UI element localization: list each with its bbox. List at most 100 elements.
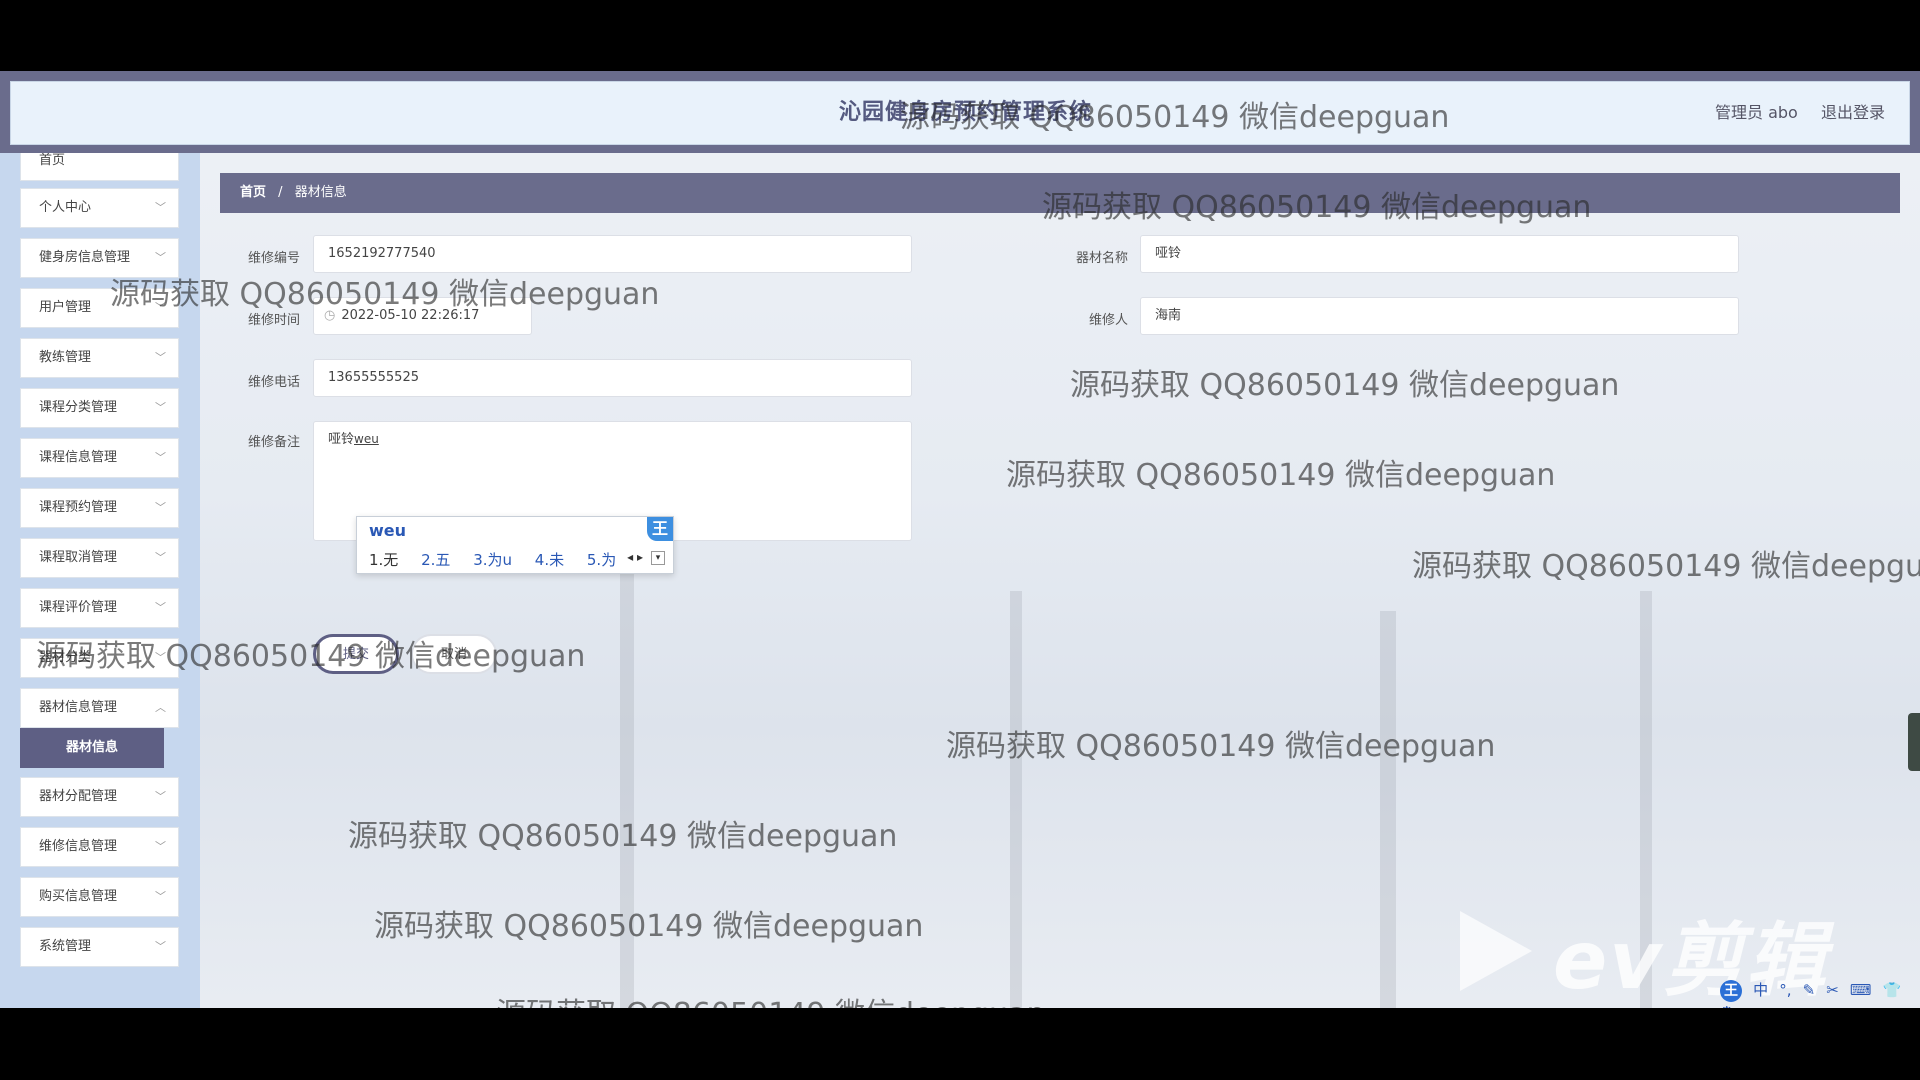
ime-candidate[interactable]: 2.五 [421,551,450,569]
chevron-down-icon: ﹀ [155,351,166,364]
repair-time-picker[interactable]: ◷ 2022-05-10 22:26:17 [313,297,532,335]
header-inner: 沁园健身房预约管理系统 管理员 abo 退出登录 [10,81,1910,145]
ime-candidate[interactable]: 3.为u [473,551,512,569]
sidebar-item-coaches[interactable]: 教练管理 ﹀ [20,338,179,378]
chevron-down-icon: ﹀ [155,401,166,414]
sidebar-item-label: 课程分类管理 [39,400,118,415]
background-post [1380,611,1396,1008]
sidebar-item-home[interactable]: 首页 [20,153,179,181]
ime-candidate-window: weu 王 1.无 2.五 3.为u 4.未 5.为 ◂ ▸ ▾ [356,516,674,574]
sidebar-item-course-info[interactable]: 课程信息管理 ﹀ [20,438,179,478]
repairer-input[interactable]: 海南 [1140,297,1739,335]
chevron-down-icon: ﹀ [155,601,166,614]
ime-expand-icon[interactable]: ▾ [651,551,665,565]
chevron-down-icon: ﹀ [155,451,166,464]
sidebar-item-equipment-info[interactable]: 器材信息管理 ︿ [20,688,179,728]
equipment-name-input[interactable]: 哑铃 [1140,235,1739,273]
breadcrumb-current: 器材信息 [294,185,347,200]
sidebar-item-course-category[interactable]: 课程分类管理 ﹀ [20,388,179,428]
remark-text: 哑铃 [328,432,355,447]
sidebar-item-gym-info[interactable]: 健身房信息管理 ﹀ [20,238,179,278]
side-drawer-handle[interactable] [1908,713,1920,771]
repair-phone-label: 维修电话 [247,375,300,390]
punctuation-icon[interactable]: °, [1779,981,1791,999]
background-post [620,571,634,1008]
sidebar-item-users[interactable]: 用户管理 ﹀ [20,288,179,328]
chevron-down-icon: ﹀ [155,551,166,564]
sidebar-subitem-equipment-info[interactable]: 器材信息 [20,728,164,768]
chevron-down-icon: ﹀ [155,201,166,214]
watermark: 源码获取 QQ86050149 微信deepguan [496,989,1045,1008]
ime-composition: weu [369,521,407,540]
sidebar-item-equipment-allocation[interactable]: 器材分配管理 ﹀ [20,777,179,817]
chevron-down-icon: ﹀ [155,790,166,803]
sidebar-item-label: 教练管理 [39,350,92,365]
sidebar-item-label: 用户管理 [39,300,92,315]
sidebar-item-equipment-category[interactable]: 器材分类 ﹀ [20,638,179,678]
chevron-down-icon: ﹀ [155,890,166,903]
sidebar-item-label: 个人中心 [39,200,92,215]
repair-phone-input[interactable]: 13655555525 [313,359,912,397]
sidebar-item-label: 课程预约管理 [39,500,118,515]
ime-toolbar: 王 中 °, ✎ ✂ ⌨ 👕 ⚙ [1720,979,1920,1008]
ime-candidate[interactable]: 5.为 [587,551,616,569]
ime-candidate[interactable]: 1.无 [369,551,398,569]
sidebar-item-course-review[interactable]: 课程评价管理 ﹀ [20,588,179,628]
sidebar-item-label: 健身房信息管理 [39,250,131,265]
breadcrumb: 首页 / 器材信息 [220,173,1900,213]
sidebar-item-course-booking[interactable]: 课程预约管理 ﹀ [20,488,179,528]
background-post [1010,591,1022,1008]
keyboard-icon[interactable]: ⌨ [1850,981,1872,999]
chevron-down-icon: ﹀ [155,301,166,314]
sidebar-item-label: 购买信息管理 [39,889,118,904]
ime-candidate[interactable]: 4.未 [535,551,564,569]
chevron-down-icon: ﹀ [155,651,166,664]
ime-logo-icon[interactable]: 王 [647,517,673,541]
ime-mode-icon[interactable]: 中 [1753,979,1768,1000]
sidebar-item-label: 器材分类 [39,650,92,665]
chevron-down-icon: ﹀ [155,940,166,953]
repair-time-label: 维修时间 [247,313,300,328]
ime-toolbar-logo-icon[interactable]: 王 [1720,980,1742,1002]
sidebar-item-label: 器材信息管理 [39,700,118,715]
logout-link[interactable]: 退出登录 [1821,82,1885,144]
equipment-name-label: 器材名称 [1075,251,1128,266]
sidebar-item-repair-info[interactable]: 维修信息管理 ﹀ [20,827,179,867]
breadcrumb-home[interactable]: 首页 [240,185,266,200]
current-user: 管理员 abo [1715,103,1798,122]
sidebar-item-label: 器材分配管理 [39,789,118,804]
sidebar-item-label: 课程信息管理 [39,450,118,465]
sidebar-item-label: 首页 [39,153,66,168]
sidebar-item-purchase-info[interactable]: 购买信息管理 ﹀ [20,877,179,917]
watermark: 源码获取 QQ86050149 微信deepguan [374,909,924,944]
breadcrumb-separator: / [278,185,283,200]
chevron-up-icon: ︿ [155,701,166,714]
repair-time-value: 2022-05-10 22:26:17 [341,308,480,323]
sidebar-item-label: 维修信息管理 [39,839,118,854]
ime-page-arrows-icon[interactable]: ◂ ▸ [627,550,643,564]
sidebar-item-course-cancel[interactable]: 课程取消管理 ﹀ [20,538,179,578]
skin-icon[interactable]: 👕 [1883,981,1902,999]
watermark: 源码获取 QQ86050149 微信deepguan [1070,368,1620,403]
sidebar-item-label: 系统管理 [39,939,92,954]
repair-remark-label: 维修备注 [247,435,300,450]
remark-composing-text: weu [354,432,379,446]
cancel-button[interactable]: 取消 [411,634,497,674]
sidebar-item-personal-center[interactable]: 个人中心 ﹀ [20,188,179,228]
ev-play-logo-icon [1460,911,1532,991]
repairer-label: 维修人 [1088,313,1128,328]
submit-button[interactable]: 提交 [313,634,399,674]
sidebar-item-label: 课程评价管理 [39,600,118,615]
sidebar: 首页 个人中心 ﹀ 健身房信息管理 ﹀ 用户管理 ﹀ 教练管理 ﹀ 课程分类管理 ﹀ 课程… [0,153,200,1008]
app-window: 沁园健身房预约管理系统 管理员 abo 退出登录 首页 个人中心 ﹀ 健身房信息管… [0,71,1920,1008]
clock-icon: ◷ [324,308,336,323]
header-bar: 沁园健身房预约管理系统 管理员 abo 退出登录 [0,71,1920,153]
repair-no-input[interactable]: 1652192777540 [313,235,912,273]
scissors-icon[interactable]: ✂ [1826,981,1839,999]
app-title: 沁园健身房预约管理系统 [839,100,1093,125]
sidebar-item-system[interactable]: 系统管理 ﹀ [20,927,179,967]
watermark: 源码获取 QQ86050149 微信deepguan [1412,549,1920,584]
pen-icon[interactable]: ✎ [1803,981,1816,999]
sidebar-item-label: 课程取消管理 [39,550,118,565]
gear-icon[interactable]: ⚙ [1720,1003,1733,1008]
